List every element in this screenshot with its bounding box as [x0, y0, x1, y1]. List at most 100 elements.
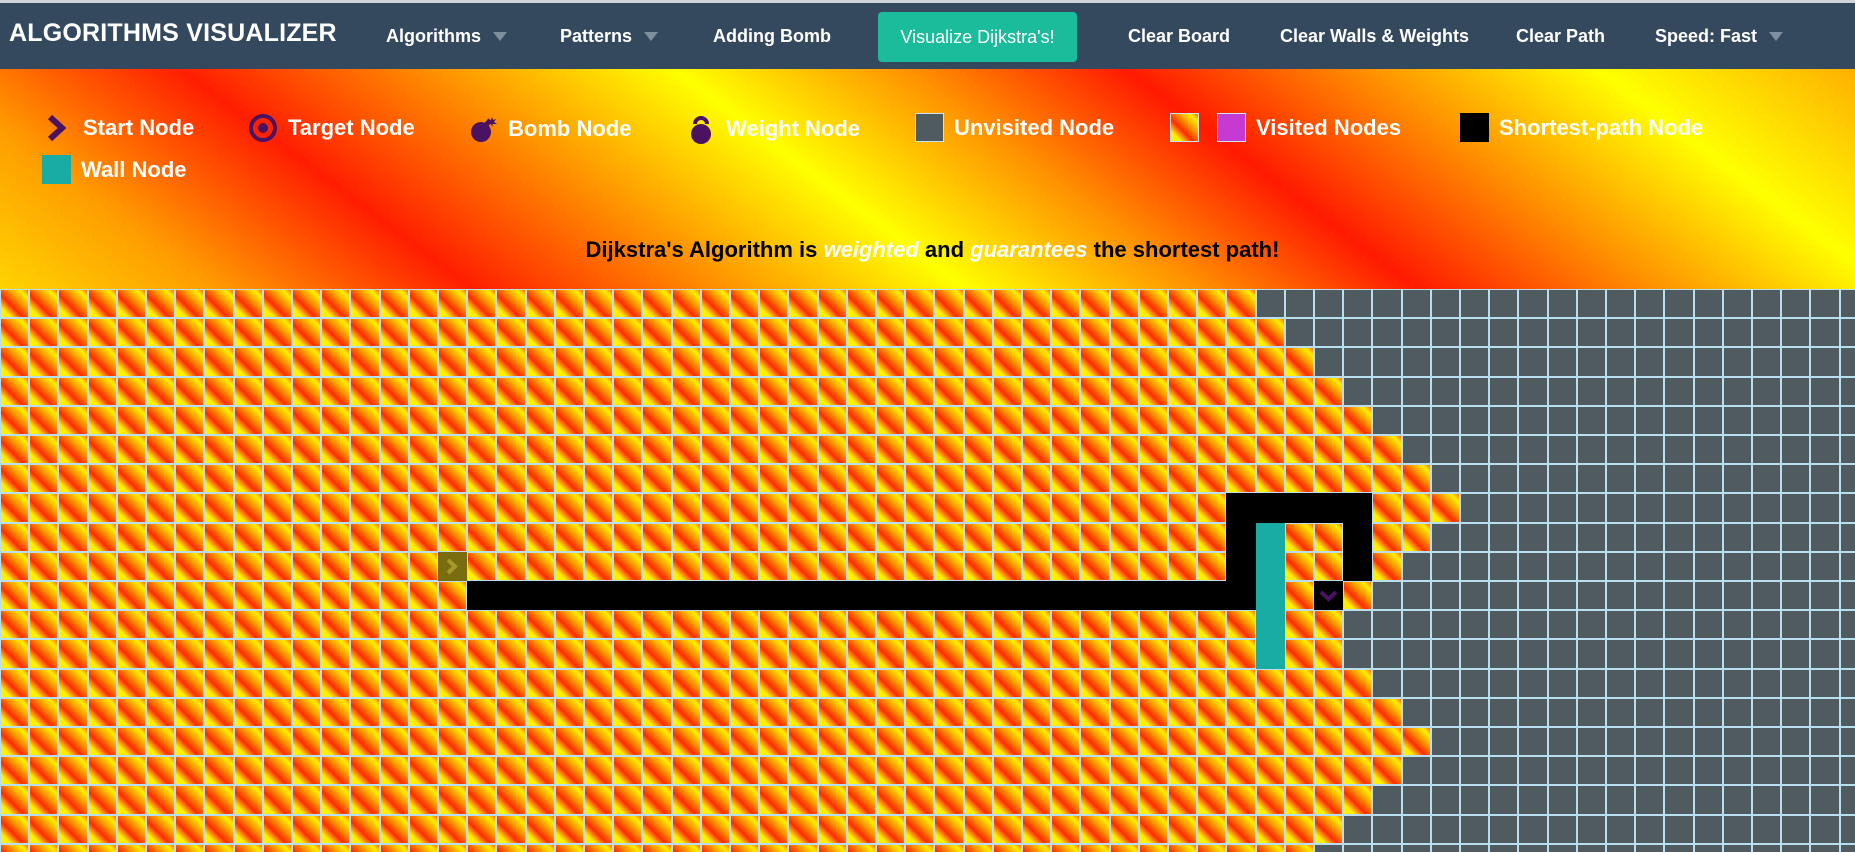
grid-cell-unvisited[interactable]	[1810, 843, 1840, 852]
grid-cell-unvisited[interactable]	[1781, 610, 1811, 640]
grid-cell-unvisited[interactable]	[1752, 610, 1782, 640]
grid-cell-visited[interactable]	[1080, 347, 1110, 377]
grid-cell-visited[interactable]	[1051, 843, 1081, 852]
grid-cell-shortest-path[interactable]	[1343, 522, 1373, 552]
grid-cell-visited[interactable]	[0, 697, 30, 727]
grid-cell-visited[interactable]	[846, 551, 876, 581]
grid-cell-visited[interactable]	[876, 289, 906, 319]
grid-cell-visited[interactable]	[262, 610, 292, 640]
grid-cell-visited[interactable]	[934, 697, 964, 727]
grid-cell-unvisited[interactable]	[1664, 843, 1694, 852]
grid-cell-unvisited[interactable]	[1606, 289, 1636, 319]
grid-cell-visited[interactable]	[438, 347, 468, 377]
grid-cell-visited[interactable]	[1314, 435, 1344, 465]
grid-cell-visited[interactable]	[671, 727, 701, 757]
grid-cell-unvisited[interactable]	[1781, 581, 1811, 611]
grid-cell-visited[interactable]	[1314, 376, 1344, 406]
grid-cell-visited[interactable]	[671, 843, 701, 852]
grid-cell-unvisited[interactable]	[1460, 522, 1490, 552]
grid-cell-visited[interactable]	[467, 843, 497, 852]
grid-cell-visited[interactable]	[759, 551, 789, 581]
grid-cell-visited[interactable]	[905, 318, 935, 348]
grid-cell-visited[interactable]	[963, 727, 993, 757]
grid-cell-visited[interactable]	[292, 610, 322, 640]
grid-cell-visited[interactable]	[817, 435, 847, 465]
grid-cell-unvisited[interactable]	[1430, 551, 1460, 581]
grid-cell-unvisited[interactable]	[1781, 697, 1811, 727]
grid-cell-visited[interactable]	[671, 289, 701, 319]
grid-cell-visited[interactable]	[1080, 610, 1110, 640]
grid-cell-visited[interactable]	[262, 581, 292, 611]
grid-cell-unvisited[interactable]	[1722, 639, 1752, 669]
grid-cell-unvisited[interactable]	[1489, 464, 1519, 494]
grid-cell-unvisited[interactable]	[1401, 376, 1431, 406]
grid-cell-unvisited[interactable]	[1372, 376, 1402, 406]
grid-cell-unvisited[interactable]	[1372, 347, 1402, 377]
grid-cell-visited[interactable]	[788, 289, 818, 319]
grid-cell-visited[interactable]	[146, 843, 176, 852]
grid-cell-visited[interactable]	[584, 347, 614, 377]
grid-cell-visited[interactable]	[233, 785, 263, 815]
grid-cell-visited[interactable]	[700, 493, 730, 523]
grid-cell-visited[interactable]	[1109, 376, 1139, 406]
grid-cell-visited[interactable]	[613, 843, 643, 852]
grid-cell-visited[interactable]	[0, 347, 30, 377]
grid-cell-visited[interactable]	[700, 289, 730, 319]
grid-cell-visited[interactable]	[1080, 843, 1110, 852]
grid-cell-visited[interactable]	[408, 493, 438, 523]
grid-cell-visited[interactable]	[1138, 639, 1168, 669]
grid-cell-unvisited[interactable]	[1606, 727, 1636, 757]
grid-cell-unvisited[interactable]	[1518, 610, 1548, 640]
grid-cell-visited[interactable]	[1109, 814, 1139, 844]
grid-cell-visited[interactable]	[496, 639, 526, 669]
grid-cell-unvisited[interactable]	[1839, 581, 1855, 611]
grid-cell-unvisited[interactable]	[1430, 347, 1460, 377]
grid-cell-visited[interactable]	[175, 493, 205, 523]
grid-cell-visited[interactable]	[963, 610, 993, 640]
grid-cell-visited[interactable]	[876, 493, 906, 523]
grid-cell-visited[interactable]	[1168, 697, 1198, 727]
grid-cell-visited[interactable]	[350, 289, 380, 319]
grid-cell-visited[interactable]	[321, 814, 351, 844]
grid-cell-visited[interactable]	[613, 405, 643, 435]
grid-cell-visited[interactable]	[467, 610, 497, 640]
grid-cell-visited[interactable]	[262, 551, 292, 581]
grid-cell-visited[interactable]	[496, 814, 526, 844]
grid-cell-visited[interactable]	[467, 814, 497, 844]
grid-cell-visited[interactable]	[233, 347, 263, 377]
grid-cell-unvisited[interactable]	[1401, 551, 1431, 581]
grid-cell-visited[interactable]	[1314, 522, 1344, 552]
grid-cell-visited[interactable]	[58, 289, 88, 319]
grid-cell-visited[interactable]	[876, 697, 906, 727]
grid-cell-visited[interactable]	[467, 756, 497, 786]
grid-cell-visited[interactable]	[525, 727, 555, 757]
grid-cell-unvisited[interactable]	[1839, 785, 1855, 815]
grid-cell-visited[interactable]	[262, 289, 292, 319]
grid-cell-visited[interactable]	[788, 405, 818, 435]
grid-cell-visited[interactable]	[1138, 785, 1168, 815]
grid-cell-visited[interactable]	[1197, 639, 1227, 669]
grid-cell-visited[interactable]	[1255, 668, 1285, 698]
grid-cell-unvisited[interactable]	[1401, 639, 1431, 669]
grid-cell-unvisited[interactable]	[1518, 668, 1548, 698]
grid-cell-visited[interactable]	[992, 347, 1022, 377]
grid-cell-shortest-path[interactable]	[1255, 493, 1285, 523]
grid-cell-visited[interactable]	[146, 610, 176, 640]
grid-cell-visited[interactable]	[788, 785, 818, 815]
grid-cell-visited[interactable]	[233, 756, 263, 786]
grid-cell-visited[interactable]	[584, 668, 614, 698]
grid-cell-shortest-path[interactable]	[1051, 581, 1081, 611]
grid-cell-visited[interactable]	[1022, 814, 1052, 844]
grid-cell-unvisited[interactable]	[1839, 289, 1855, 319]
grid-cell-shortest-path[interactable]	[1343, 493, 1373, 523]
grid-cell-unvisited[interactable]	[1576, 814, 1606, 844]
grid-cell-visited[interactable]	[467, 522, 497, 552]
grid-cell-visited[interactable]	[554, 785, 584, 815]
grid-cell-shortest-path[interactable]	[1343, 551, 1373, 581]
grid-cell-visited[interactable]	[1284, 814, 1314, 844]
grid-cell-unvisited[interactable]	[1343, 639, 1373, 669]
grid-cell-visited[interactable]	[525, 610, 555, 640]
grid-cell-visited[interactable]	[204, 610, 234, 640]
grid-cell-visited[interactable]	[175, 405, 205, 435]
grid-cell-unvisited[interactable]	[1810, 639, 1840, 669]
